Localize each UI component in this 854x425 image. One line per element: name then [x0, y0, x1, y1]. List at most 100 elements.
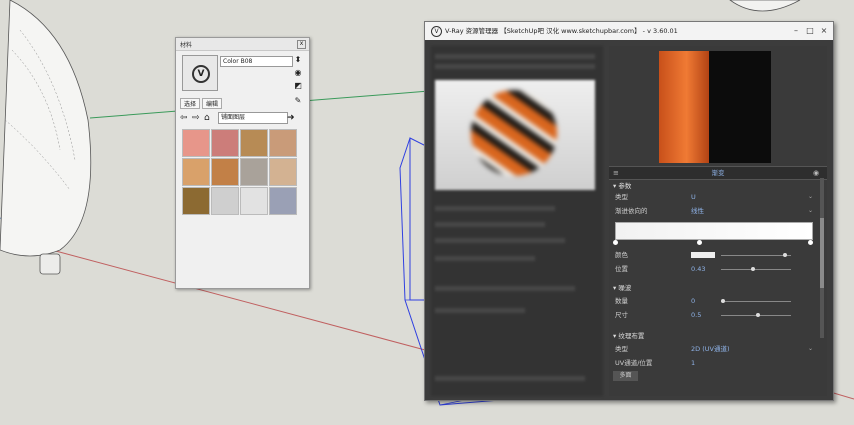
- vray-titlebar[interactable]: V V-Ray 资源管理器 【SketchUp吧 汉化 www.sketchup…: [425, 22, 833, 40]
- material-name-field[interactable]: Color B08: [220, 56, 293, 67]
- params-section-label: 参数: [618, 182, 632, 190]
- position-slider-knob[interactable]: [751, 267, 755, 271]
- scrollbar-thumb[interactable]: [820, 218, 824, 288]
- list-item[interactable]: [435, 238, 565, 243]
- back-arrow-icon[interactable]: ⇦: [180, 113, 188, 123]
- list-item[interactable]: [435, 286, 575, 291]
- forward-arrow-icon[interactable]: ⇨: [192, 113, 200, 123]
- param-row-position[interactable]: 位置 0.43: [615, 264, 815, 274]
- gradient-stop-left[interactable]: [613, 240, 618, 245]
- close-icon[interactable]: x: [297, 40, 306, 49]
- amount-slider-knob[interactable]: [721, 299, 725, 303]
- placement-section-label: 纹理布置: [618, 332, 645, 340]
- param-row-size[interactable]: 尺寸 0.5: [615, 310, 815, 320]
- section-noise[interactable]: ▾ 噪波: [613, 282, 631, 292]
- materials-nav-row: ⇦ ⇨ ⌂ 铺面图层 ➜: [180, 112, 304, 124]
- amount-slider[interactable]: [721, 301, 791, 302]
- chevron-down-icon[interactable]: ⌄: [808, 192, 813, 202]
- section-params[interactable]: ▾ 参数: [613, 180, 631, 190]
- materials-panel: 材料 x V Color B08 ⬍ ◉ ◩ ✎ 选择 编辑 ⇦ ⇨ ⌂ 铺面图…: [175, 37, 310, 289]
- placement-type-value[interactable]: 2D (UV通道): [691, 344, 729, 354]
- materials-titlebar[interactable]: 材料 x: [176, 38, 309, 51]
- details-arrow-icon[interactable]: ➜: [287, 113, 295, 123]
- collection-dropdown[interactable]: 铺面图层: [218, 112, 288, 124]
- settings-scrollbar[interactable]: [820, 178, 824, 338]
- color-swatch[interactable]: [691, 252, 715, 258]
- placement-type-label: 类型: [615, 345, 628, 353]
- vray-logo-icon: V: [192, 65, 210, 83]
- list-item[interactable]: [435, 376, 585, 381]
- param-row-uv[interactable]: UV通道/位置 1: [615, 358, 815, 368]
- gradient-stop-mid[interactable]: [697, 240, 702, 245]
- uv-value[interactable]: 1: [691, 358, 695, 368]
- list-item[interactable]: [435, 222, 545, 227]
- materials-tabs: 选择 编辑: [180, 98, 222, 109]
- minimize-icon[interactable]: –: [791, 26, 801, 35]
- interp-value[interactable]: 线性: [691, 206, 704, 216]
- size-label: 尺寸: [615, 311, 628, 319]
- uv-label: UV通道/位置: [615, 359, 653, 367]
- type-value[interactable]: U: [691, 192, 696, 202]
- param-row-type[interactable]: 类型 U ⌄: [615, 192, 815, 202]
- param-row-interp[interactable]: 渐进依向的 线性 ⌄: [615, 206, 815, 216]
- material-swatch-grid: [182, 129, 302, 249]
- materials-title: 材料: [180, 42, 193, 49]
- color-slider[interactable]: [721, 255, 791, 256]
- material-swatch[interactable]: [240, 158, 268, 186]
- vray-asset-editor: V V-Ray 资源管理器 【SketchUp吧 汉化 www.sketchup…: [424, 21, 834, 401]
- list-item[interactable]: [435, 64, 595, 69]
- list-item[interactable]: [435, 54, 595, 59]
- texture-header-label: 渐变: [711, 169, 725, 177]
- collection-value: 铺面图层: [221, 114, 246, 121]
- texture-settings-panel: ≡ 渐变 ◉ ▾ 参数 类型 U ⌄ 渐进依向的 线性 ⌄ 颜色 位置 0.43: [609, 46, 827, 396]
- noise-section-label: 噪波: [618, 284, 632, 292]
- material-swatch[interactable]: [211, 187, 239, 215]
- eyedropper-icon[interactable]: ✎: [293, 96, 303, 106]
- tab-select[interactable]: 选择: [180, 98, 201, 109]
- sample-paint-icon[interactable]: ◩: [293, 81, 303, 91]
- preview-ball: [471, 90, 557, 176]
- material-swatch[interactable]: [269, 187, 297, 215]
- material-swatch[interactable]: [269, 158, 297, 186]
- material-swatch[interactable]: [182, 129, 210, 157]
- color-slider-knob[interactable]: [783, 253, 787, 257]
- position-value[interactable]: 0.43: [691, 264, 705, 274]
- size-slider-knob[interactable]: [756, 313, 760, 317]
- multi-face-button[interactable]: 多面: [613, 371, 638, 381]
- asset-list-panel[interactable]: [431, 46, 603, 396]
- param-row-placement-type[interactable]: 类型 2D (UV通道) ⌄: [615, 344, 815, 354]
- material-swatch[interactable]: [182, 187, 210, 215]
- gradient-stop-right[interactable]: [808, 240, 813, 245]
- home-icon[interactable]: ⌂: [204, 113, 210, 123]
- interp-label: 渐进依向的: [615, 207, 648, 215]
- param-row-color[interactable]: 颜色: [615, 250, 815, 260]
- amount-label: 数量: [615, 297, 628, 305]
- create-material-icon[interactable]: ⬍: [293, 55, 303, 65]
- texture-header: ≡ 渐变 ◉: [609, 166, 827, 180]
- param-row-amount[interactable]: 数量 0: [615, 296, 815, 306]
- list-item[interactable]: [435, 256, 535, 261]
- eye-icon[interactable]: ◉: [813, 168, 819, 178]
- material-swatch[interactable]: [182, 158, 210, 186]
- material-swatch[interactable]: [211, 158, 239, 186]
- material-swatch[interactable]: [240, 187, 268, 215]
- material-swatch[interactable]: [211, 129, 239, 157]
- material-swatch[interactable]: [269, 129, 297, 157]
- chevron-down-icon[interactable]: ⌄: [808, 344, 813, 354]
- material-swatch[interactable]: [240, 129, 268, 157]
- position-slider[interactable]: [721, 269, 791, 270]
- close-icon[interactable]: ×: [819, 26, 829, 35]
- tab-edit[interactable]: 编辑: [201, 98, 222, 109]
- list-item[interactable]: [435, 206, 555, 211]
- gradient-ramp[interactable]: [615, 222, 813, 240]
- list-item[interactable]: [435, 308, 525, 313]
- maximize-icon[interactable]: □: [805, 26, 815, 35]
- texture-preview: [659, 51, 771, 163]
- section-placement[interactable]: ▾ 纹理布置: [613, 330, 644, 340]
- type-label: 类型: [615, 193, 628, 201]
- chevron-down-icon[interactable]: ⌄: [808, 206, 813, 216]
- default-material-icon[interactable]: ◉: [293, 68, 303, 78]
- size-value[interactable]: 0.5: [691, 310, 701, 320]
- current-material-swatch[interactable]: V: [182, 55, 218, 91]
- amount-value[interactable]: 0: [691, 296, 695, 306]
